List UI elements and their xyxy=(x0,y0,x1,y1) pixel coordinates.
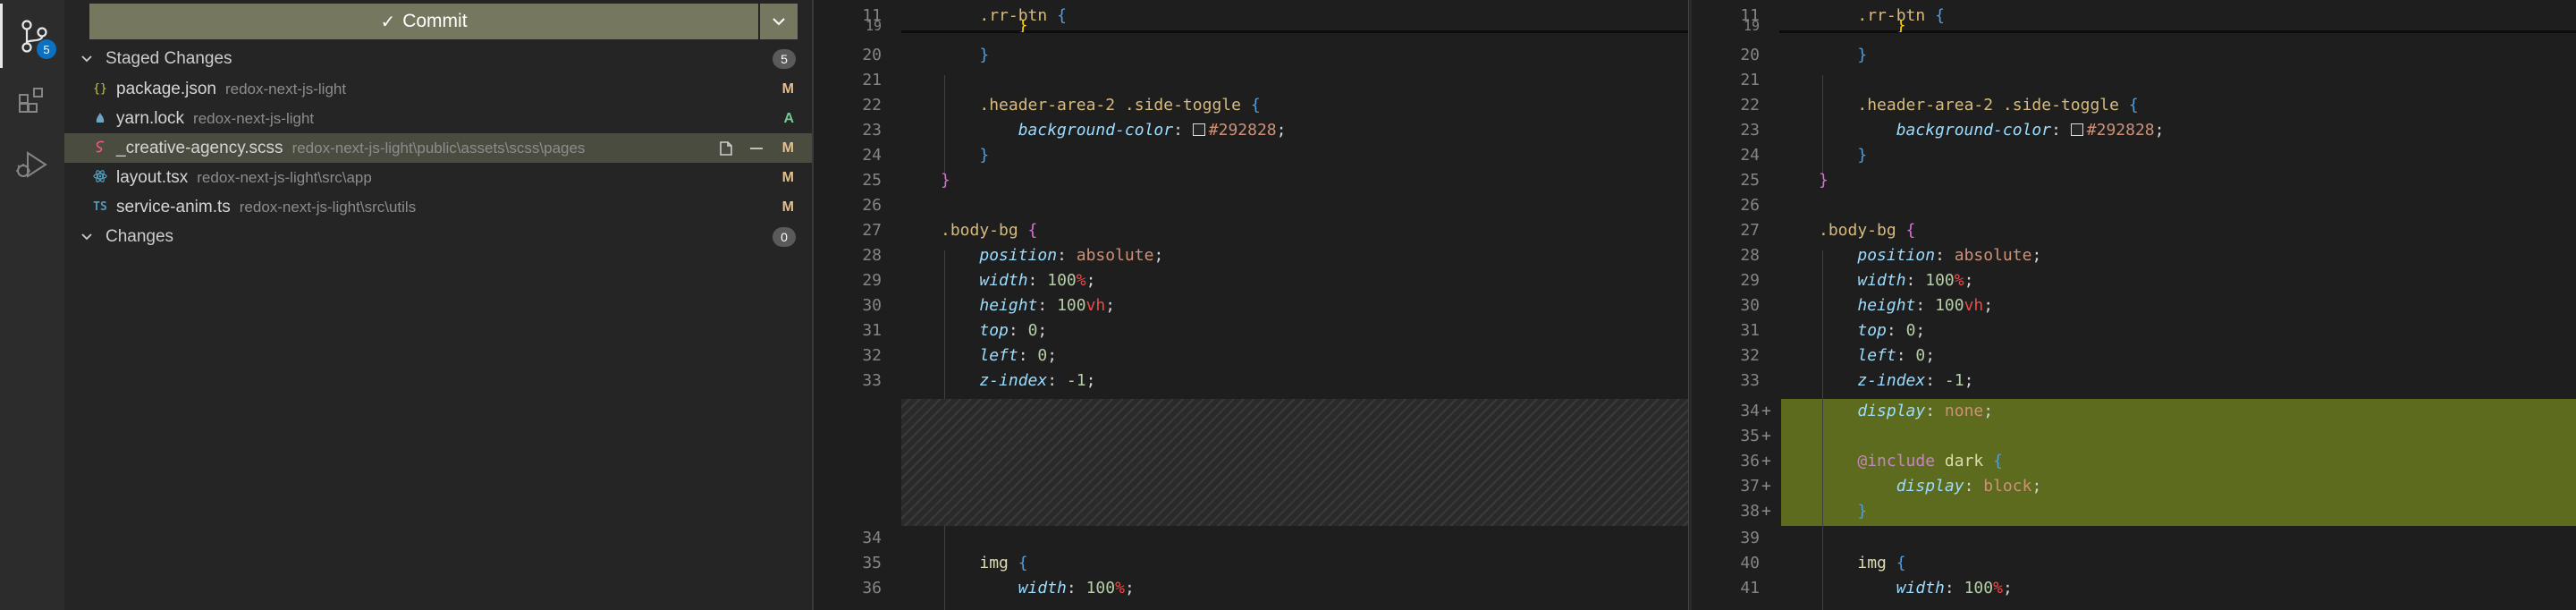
code-line: 36 width: 100%; xyxy=(862,579,1135,597)
code-line: 21 xyxy=(862,71,882,89)
changes-count-badge: 0 xyxy=(773,227,796,247)
file-status: M xyxy=(781,80,794,97)
staged-changes-title: Staged Changes xyxy=(106,49,232,68)
code-line: 29 width: 100%; xyxy=(862,271,1096,290)
added-code-line: 34 + display: none; xyxy=(1692,399,2576,424)
staged-file-row[interactable]: TS service-anim.ts redox-next-js-light\s… xyxy=(64,192,812,222)
file-status: M xyxy=(781,169,794,185)
code-line: 20 } xyxy=(1740,46,1868,64)
staged-file-row[interactable]: yarn.lock redox-next-js-light A xyxy=(64,104,812,133)
code-line: 30 height: 100vh; xyxy=(862,296,1116,315)
code-line: 22 .header-area-2 .side-toggle { xyxy=(1740,96,2139,114)
changes-title: Changes xyxy=(106,227,174,246)
extensions-icon[interactable] xyxy=(0,68,64,132)
file-name: _creative-agency.scss xyxy=(116,138,283,157)
plus-icon: + xyxy=(1761,427,1771,445)
code-line: 19 } xyxy=(865,20,1028,32)
check-icon: ✓ xyxy=(380,12,396,32)
unstage-icon[interactable] xyxy=(747,140,765,157)
code-line: 33 z-index: -1; xyxy=(862,371,1096,390)
chevron-down-icon xyxy=(773,18,785,26)
run-debug-icon[interactable] xyxy=(0,132,64,197)
added-code-line: 37 + display: block; xyxy=(1692,474,2576,499)
file-path: redox-next-js-light\src\utils xyxy=(239,198,417,216)
code-line: 41 width: 100%; xyxy=(1740,579,2013,597)
run-debug-glyph xyxy=(16,151,47,178)
added-code-line: 35 + xyxy=(1692,424,2576,449)
staged-file-row[interactable]: layout.tsx redox-next-js-light\src\app M xyxy=(64,163,812,192)
scm-badge: 5 xyxy=(37,39,56,59)
code-line: 20 } xyxy=(862,46,990,64)
yarn-file-icon xyxy=(91,110,109,128)
plus-icon: + xyxy=(1761,502,1771,521)
code-line: 32 left: 0; xyxy=(862,346,1058,365)
code-line: 19 } xyxy=(1743,20,1906,32)
code-line: 21 xyxy=(1740,71,1760,89)
scss-file-icon xyxy=(91,140,109,157)
commit-dropdown-button[interactable] xyxy=(760,4,798,39)
file-name: service-anim.ts xyxy=(116,197,231,216)
commit-label: Commit xyxy=(402,11,468,31)
code-line: 24 } xyxy=(1740,146,1868,165)
staged-count-badge: 5 xyxy=(773,49,796,69)
file-status: M xyxy=(781,140,794,156)
file-status: M xyxy=(781,199,794,215)
file-name: package.json xyxy=(116,79,216,98)
row-actions xyxy=(717,140,765,157)
commit-row: ✓ Commit xyxy=(89,4,798,39)
staged-changes-header[interactable]: Staged Changes 5 xyxy=(64,45,812,73)
file-name: yarn.lock xyxy=(116,108,185,128)
chevron-down-icon xyxy=(80,233,106,241)
code-line: 28 position: absolute; xyxy=(862,246,1164,265)
file-path: redox-next-js-light\public\assets\scss\p… xyxy=(291,139,586,157)
code-line: 22 .header-area-2 .side-toggle { xyxy=(862,96,1261,114)
code-line: 25} xyxy=(1740,171,1829,190)
code-line: 34 xyxy=(862,529,882,547)
code-line: 26 xyxy=(862,196,882,215)
code-line: 23 background-color: #292828; xyxy=(862,121,1287,140)
plus-icon: + xyxy=(1761,477,1771,496)
code-line: 32 left: 0; xyxy=(1740,346,1936,365)
code-line: 30 height: 100vh; xyxy=(1740,296,1994,315)
source-control-panel: ✓ Commit Staged Changes 5 {} package.jso… xyxy=(64,0,812,610)
extensions-glyph xyxy=(19,88,43,113)
code-line: 31 top: 0; xyxy=(1740,321,1926,340)
added-code-line: 36 + @include dark { xyxy=(1692,449,2576,474)
plus-icon: + xyxy=(1761,402,1771,420)
code-line: 23 background-color: #292828; xyxy=(1740,121,2165,140)
chevron-down-icon xyxy=(80,55,106,64)
json-file-icon: {} xyxy=(93,82,107,96)
code-line: 31 top: 0; xyxy=(862,321,1048,340)
file-name: layout.tsx xyxy=(116,167,189,187)
changes-header[interactable]: Changes 0 xyxy=(64,223,812,251)
diff-modified-editor[interactable]: 11 .rr-btn { 19 } 20 } 21 22 .header-are… xyxy=(1692,0,2576,610)
code-line: 28 position: absolute; xyxy=(1740,246,2042,265)
commit-button[interactable]: ✓ Commit xyxy=(89,4,758,39)
code-line: 29 width: 100%; xyxy=(1740,271,1974,290)
code-line: 27 .body-bg { xyxy=(1740,221,1916,240)
activity-bar: 5 xyxy=(0,0,64,610)
file-status: A xyxy=(783,110,794,126)
staged-file-row[interactable]: {} package.json redox-next-js-light M xyxy=(64,74,812,104)
code-line: 26 xyxy=(1740,196,1760,215)
open-file-icon[interactable] xyxy=(717,140,735,157)
added-code-line: 38 + } xyxy=(1692,499,2576,524)
code-line: 25} xyxy=(862,171,950,190)
diff-removed-placeholder xyxy=(901,399,1688,526)
code-line: 39 xyxy=(1740,529,1760,547)
plus-icon: + xyxy=(1761,452,1771,470)
file-path: redox-next-js-light xyxy=(224,80,347,97)
code-line: 35 img { xyxy=(862,554,1028,572)
source-control-icon[interactable]: 5 xyxy=(0,4,64,68)
code-line: 33 z-index: -1; xyxy=(1740,371,1974,390)
staged-file-row-selected[interactable]: _creative-agency.scss redox-next-js-ligh… xyxy=(64,133,812,163)
file-path: redox-next-js-light xyxy=(193,109,315,127)
code-line: 27 .body-bg { xyxy=(862,221,1038,240)
code-line: 40 img { xyxy=(1740,554,1906,572)
typescript-file-icon: TS xyxy=(93,200,107,214)
react-file-icon xyxy=(91,169,109,187)
code-line: 24 } xyxy=(862,146,990,165)
diff-original-editor[interactable]: 11 .rr-btn { 19 } 20 } 21 22 .header-are… xyxy=(814,0,1688,610)
file-path: redox-next-js-light\src\app xyxy=(197,168,372,186)
